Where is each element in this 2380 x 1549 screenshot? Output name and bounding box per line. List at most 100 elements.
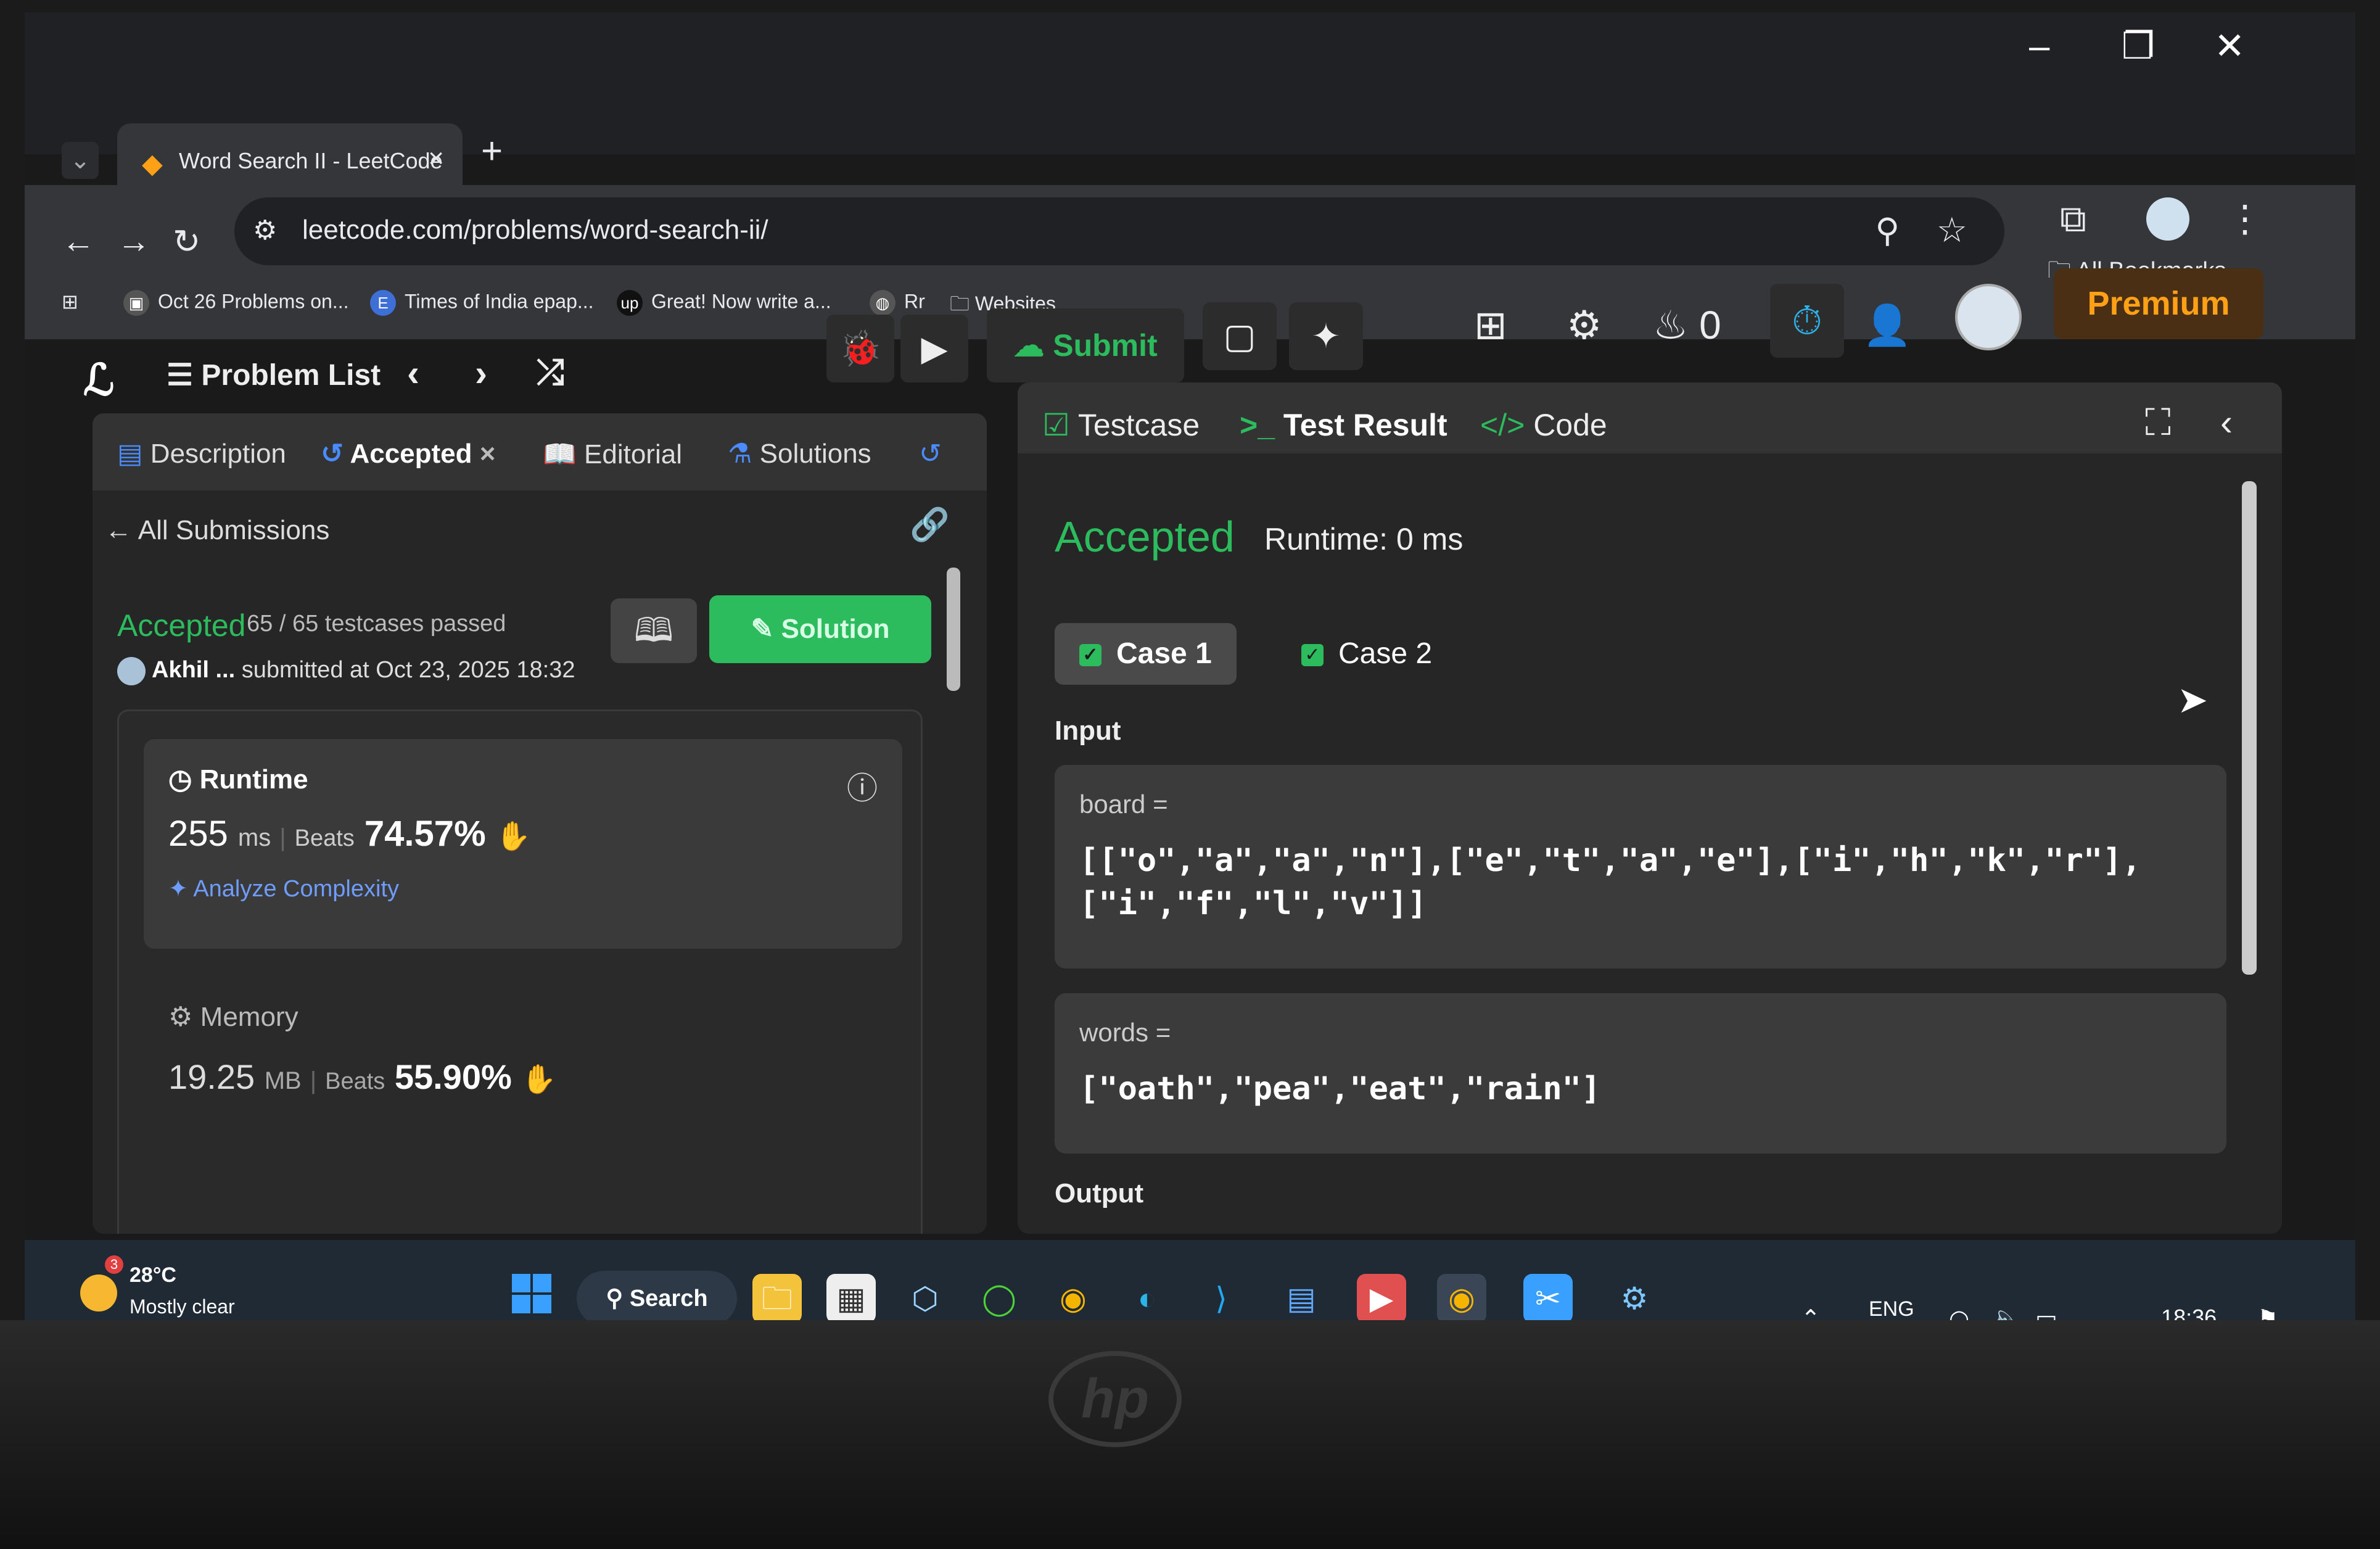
settings-app-icon[interactable]: ⚙: [1610, 1274, 1659, 1320]
open-book-icon[interactable]: 🕮: [611, 598, 697, 663]
file-explorer-icon[interactable]: 🗀: [752, 1274, 802, 1320]
book-icon: 📖: [543, 439, 585, 469]
tab-code[interactable]: </> Code: [1480, 407, 1607, 443]
system-clock[interactable]: 18:3623-10-2025: [2103, 1302, 2217, 1320]
e-icon: E: [370, 290, 396, 316]
leetcode-logo[interactable]: ℒ: [83, 355, 114, 405]
runtime-card[interactable]: ◷ Runtime ⓘ 255 ms | Beats 74.57% ✋ ✦ Anal…: [144, 739, 902, 949]
microsoft-store-icon[interactable]: ▦: [826, 1274, 876, 1320]
language-indicator[interactable]: ENGIN: [1869, 1295, 1914, 1320]
analyze-complexity-link[interactable]: ✦ Analyze Complexity: [168, 875, 399, 903]
close-tab-icon[interactable]: ×: [428, 143, 444, 174]
timer-icon[interactable]: ⏱: [1770, 284, 1844, 358]
new-tab-button[interactable]: +: [481, 130, 503, 172]
note-icon: ▣: [123, 290, 149, 316]
chevron-up-icon[interactable]: ⌃: [1801, 1305, 1821, 1320]
extensions-icon[interactable]: ⧉: [2060, 197, 2086, 241]
3d-box-icon[interactable]: ⬡: [900, 1274, 950, 1320]
bookmark-item[interactable]: E Times of India epap...: [370, 290, 594, 316]
fullscreen-icon[interactable]: ⛶: [2145, 401, 2171, 444]
debug-icon[interactable]: 🐞: [826, 315, 894, 382]
minimize-icon[interactable]: –: [2029, 25, 2049, 67]
post-solution-button[interactable]: ✎ Solution: [709, 595, 931, 663]
tab-description[interactable]: ▤ Description: [117, 438, 286, 469]
user-avatar[interactable]: [1955, 284, 2022, 350]
chrome-active-icon[interactable]: ◉: [1437, 1274, 1486, 1320]
result-status: Accepted: [1055, 513, 1235, 561]
site-info-icon[interactable]: ⚙: [253, 215, 277, 246]
profile-avatar[interactable]: [2146, 197, 2189, 241]
info-icon[interactable]: ⓘ: [847, 764, 878, 808]
bookmark-item[interactable]: ▣ Oct 26 Problems on...: [123, 290, 348, 316]
tab-editorial[interactable]: 📖 Editorial: [543, 438, 682, 470]
back-icon[interactable]: ←: [62, 222, 95, 260]
reload-icon[interactable]: ↻: [173, 222, 200, 261]
case-2-button[interactable]: ✓ Case 2: [1277, 623, 1457, 685]
board-input-box: board = [["o","a","a","n"],["e","t","a",…: [1055, 765, 2226, 969]
add-friend-icon[interactable]: 👤: [1863, 302, 1912, 349]
memory-title: ⚙ Memory: [168, 1002, 299, 1032]
next-problem-icon[interactable]: ›: [475, 352, 487, 394]
bookmark-item[interactable]: up Great! Now write a...: [617, 290, 831, 316]
notes-icon[interactable]: ▢: [1203, 302, 1277, 370]
left-scrollbar[interactable]: [947, 568, 960, 691]
apps-icon[interactable]: ⊞: [62, 290, 78, 313]
url-text: leetcode.com/problems/word-search-ii/: [302, 215, 768, 245]
chrome-icon[interactable]: ◉: [1048, 1274, 1098, 1320]
terminal-app-icon[interactable]: ▤: [1277, 1274, 1326, 1320]
close-window-icon[interactable]: ✕: [2214, 25, 2245, 68]
youtube-icon[interactable]: ▶: [1357, 1274, 1406, 1320]
bookmark-star-icon[interactable]: ☆: [1937, 210, 1967, 250]
restore-icon[interactable]: ❐: [2122, 25, 2155, 68]
wifi-icon[interactable]: ◠: [1949, 1305, 1969, 1320]
testcases-passed: 65 / 65 testcases passed: [247, 611, 506, 637]
tab-search-button[interactable]: ⌄: [62, 142, 99, 179]
vscode-icon[interactable]: ⟩: [1196, 1274, 1246, 1320]
close-icon[interactable]: ×: [480, 439, 496, 469]
premium-button[interactable]: Premium: [2054, 268, 2263, 339]
tab-testcase[interactable]: ☑ Testcase: [1042, 407, 1200, 443]
forward-icon[interactable]: →: [117, 222, 150, 260]
run-icon[interactable]: ▶: [900, 315, 968, 382]
submitter-info: Akhil ... submitted at Oct 23, 2025 18:3…: [117, 657, 575, 685]
battery-icon[interactable]: ▭: [2035, 1305, 2057, 1320]
runtime-value: 255 ms | Beats 74.57% ✋: [168, 814, 532, 854]
ai-sparkle-icon[interactable]: ✦: [1289, 302, 1363, 370]
case-1-button[interactable]: ✓ Case 1: [1055, 623, 1237, 685]
share-link-icon[interactable]: 🔗: [910, 506, 950, 543]
right-scrollbar[interactable]: [2242, 481, 2257, 975]
globe-icon: ◍: [870, 290, 896, 316]
cloud-upload-icon: ☁: [1013, 328, 1053, 363]
prev-problem-icon[interactable]: ‹: [407, 352, 419, 394]
taskbar-search[interactable]: ⚲ Search: [577, 1271, 737, 1320]
streak-counter[interactable]: ♨ 0: [1653, 302, 1721, 349]
memory-value: 19.25 MB | Beats 55.90% ✋: [168, 1057, 557, 1096]
chevron-left-icon[interactable]: ‹: [2220, 401, 2233, 444]
leetcode-favicon-icon: ◆: [142, 149, 163, 179]
clap-icon: ✋: [521, 1063, 557, 1095]
circle-app-icon[interactable]: ◯: [974, 1274, 1024, 1320]
address-bar[interactable]: ⚙ leetcode.com/problems/word-search-ii/ …: [234, 197, 2004, 265]
settings-gear-icon[interactable]: ⚙: [1567, 302, 1602, 349]
windows-start-icon[interactable]: [512, 1274, 551, 1313]
board-param-name: board =: [1079, 790, 1168, 819]
notification-icon[interactable]: ⚑: [2257, 1305, 2278, 1320]
zoom-icon[interactable]: ⚲: [1875, 211, 1900, 250]
problem-list-link[interactable]: ☰ Problem List: [167, 358, 381, 392]
tab-accepted[interactable]: ↺ Accepted ×: [321, 438, 495, 469]
volume-icon[interactable]: 🔈: [1992, 1305, 2021, 1320]
layout-grid-icon[interactable]: ⊞: [1474, 302, 1507, 349]
tab-solutions[interactable]: ⚗ Solutions: [728, 438, 871, 469]
bookmark-item[interactable]: ◍ Rr: [870, 290, 925, 316]
shuffle-icon[interactable]: ⤮: [537, 352, 564, 393]
search-icon: ⚲: [606, 1286, 630, 1311]
browser-menu-icon[interactable]: ⋮: [2226, 197, 2263, 241]
weather-widget[interactable]: 28°C Mostly clear 3: [80, 1255, 235, 1320]
arrow-left-icon: ←: [105, 515, 138, 545]
submissions-history-icon[interactable]: ↺: [919, 438, 942, 469]
snipping-tool-icon[interactable]: ✂: [1523, 1274, 1573, 1320]
tab-test-result[interactable]: >_ Test Result: [1240, 407, 1447, 443]
submit-button[interactable]: ☁ Submit: [987, 308, 1184, 382]
all-submissions-link[interactable]: ← All Submissions: [105, 515, 329, 546]
edge-icon[interactable]: ◐: [1122, 1274, 1172, 1320]
